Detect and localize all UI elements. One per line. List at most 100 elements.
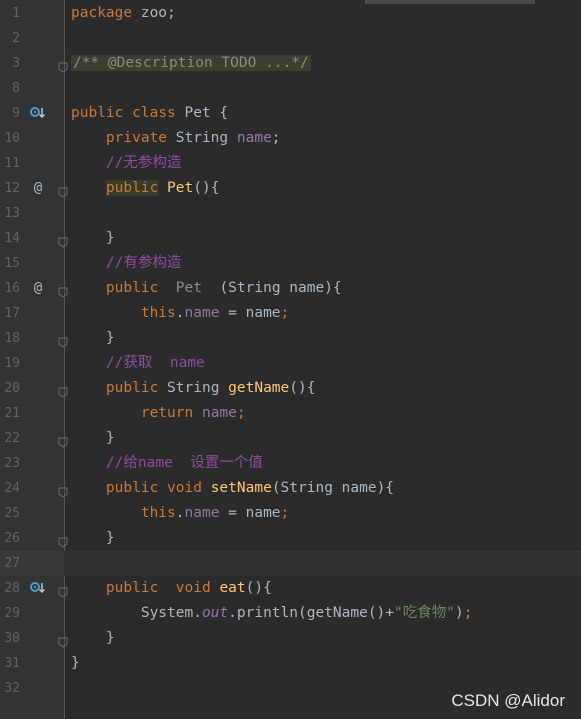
- code-line[interactable]: 31}: [0, 651, 581, 676]
- code-token: setName: [210, 480, 272, 496]
- code-line[interactable]: 3 /** @Description TODO ...*/: [0, 51, 581, 76]
- code-token: }: [71, 430, 115, 446]
- code-token: (){: [289, 380, 316, 396]
- code-line[interactable]: 19 //获取 name: [0, 351, 581, 376]
- fold-marker-icon[interactable]: [58, 383, 68, 398]
- gutter-cell: 11: [0, 151, 64, 176]
- fold-marker-icon[interactable]: [58, 58, 68, 73]
- fold-marker-icon[interactable]: [58, 233, 68, 248]
- gutter-cell: 31: [0, 651, 64, 676]
- code-text: //有参构造: [71, 251, 181, 276]
- code-line[interactable]: 1 package zoo;: [0, 1, 581, 26]
- code-line[interactable]: 10 private String name;: [0, 126, 581, 151]
- code-token: public: [71, 105, 124, 121]
- code-line[interactable]: 12 @ public Pet(){: [0, 176, 581, 201]
- code-line[interactable]: 18 }: [0, 326, 581, 351]
- code-token: }: [71, 655, 80, 671]
- code-token: .println(getName()+: [228, 605, 395, 621]
- code-line[interactable]: 16 @ public Pet (String name){: [0, 276, 581, 301]
- fold-marker-icon[interactable]: [58, 633, 68, 648]
- code-token: (String name){: [271, 480, 395, 496]
- line-number: 32: [4, 681, 20, 696]
- line-number: 1: [12, 6, 20, 21]
- fold-marker-icon[interactable]: [58, 483, 68, 498]
- code-text: public void setName(String name){: [71, 476, 394, 501]
- code-token: }: [71, 630, 115, 646]
- fold-marker-icon[interactable]: [58, 583, 68, 598]
- watermark: CSDN @Alidor: [451, 691, 565, 710]
- annotation-at-icon[interactable]: @: [30, 176, 46, 201]
- code-line[interactable]: 9 public class Pet {: [0, 101, 581, 126]
- fold-marker-icon[interactable]: [58, 183, 68, 198]
- line-number: 17: [4, 306, 20, 321]
- gutter-cell: 22: [0, 426, 68, 451]
- code-line[interactable]: 11 //无参构造: [0, 151, 581, 176]
- code-token: Pet {: [175, 105, 229, 121]
- code-text: }: [71, 526, 115, 551]
- code-text: public void eat(){: [71, 576, 272, 601]
- gutter-cell: 20: [0, 376, 68, 401]
- fold-marker-icon[interactable]: [58, 433, 68, 448]
- override-method-icon[interactable]: [30, 101, 46, 126]
- code-token: ): [455, 605, 464, 621]
- code-text: }: [71, 426, 115, 451]
- code-token: public: [105, 480, 159, 496]
- code-line[interactable]: 23 //给name 设置一个值: [0, 451, 581, 476]
- code-line[interactable]: 27: [0, 551, 581, 576]
- code-line[interactable]: 29 System.out.println(getName()+"吃食物");: [0, 601, 581, 626]
- gutter-cell: 16 @: [0, 276, 68, 301]
- code-line[interactable]: 30 }: [0, 626, 581, 651]
- code-line[interactable]: 8: [0, 76, 581, 101]
- line-number: 19: [4, 356, 20, 371]
- code-line[interactable]: 13: [0, 201, 581, 226]
- code-token: }: [71, 330, 115, 346]
- gutter-cell: 32: [0, 676, 64, 701]
- annotation-at-icon[interactable]: @: [30, 276, 46, 301]
- line-number: 12: [4, 181, 20, 196]
- code-line[interactable]: 28 public void eat(){: [0, 576, 581, 601]
- line-number: 21: [4, 406, 20, 421]
- code-token: Pet: [167, 180, 194, 196]
- line-number: 27: [4, 556, 20, 571]
- code-editor[interactable]: 1 package zoo; 2 3/** @Description TODO ...…: [0, 0, 581, 719]
- code-token: }: [71, 230, 115, 246]
- code-line[interactable]: 14 }: [0, 226, 581, 251]
- code-line[interactable]: 22 }: [0, 426, 581, 451]
- code-text: this.name = name;: [71, 301, 289, 326]
- code-text: //获取 name: [71, 351, 205, 376]
- gutter-cell: 9: [0, 101, 64, 126]
- code-line[interactable]: 25 this.name = name;: [0, 501, 581, 526]
- code-line[interactable]: 24 public void setName(String name){: [0, 476, 581, 501]
- code-token: .: [175, 505, 185, 521]
- fold-marker-icon[interactable]: [58, 533, 68, 548]
- line-number: 11: [4, 156, 20, 171]
- code-token: "吃食物": [394, 605, 455, 621]
- code-line[interactable]: 15 //有参构造: [0, 251, 581, 276]
- code-line[interactable]: 17 this.name = name;: [0, 301, 581, 326]
- gutter-cell: 30: [0, 626, 68, 651]
- code-line[interactable]: 20 public String getName(){: [0, 376, 581, 401]
- override-method-icon[interactable]: [30, 576, 46, 601]
- fold-marker-icon[interactable]: [58, 283, 68, 298]
- code-token: private: [105, 130, 168, 146]
- code-token: (String name){: [201, 280, 342, 296]
- gutter-cell: 18: [0, 326, 68, 351]
- code-line[interactable]: 2: [0, 26, 581, 51]
- code-token: name: [236, 130, 272, 146]
- line-number: 8: [12, 81, 20, 96]
- line-number: 22: [4, 431, 20, 446]
- code-line[interactable]: 26 }: [0, 526, 581, 551]
- code-text: public class Pet {: [71, 101, 228, 126]
- fold-marker-icon[interactable]: [58, 333, 68, 348]
- code-token: void: [175, 580, 211, 596]
- line-number: 25: [4, 506, 20, 521]
- code-line[interactable]: 21 return name;: [0, 401, 581, 426]
- gutter-cell: 23: [0, 451, 64, 476]
